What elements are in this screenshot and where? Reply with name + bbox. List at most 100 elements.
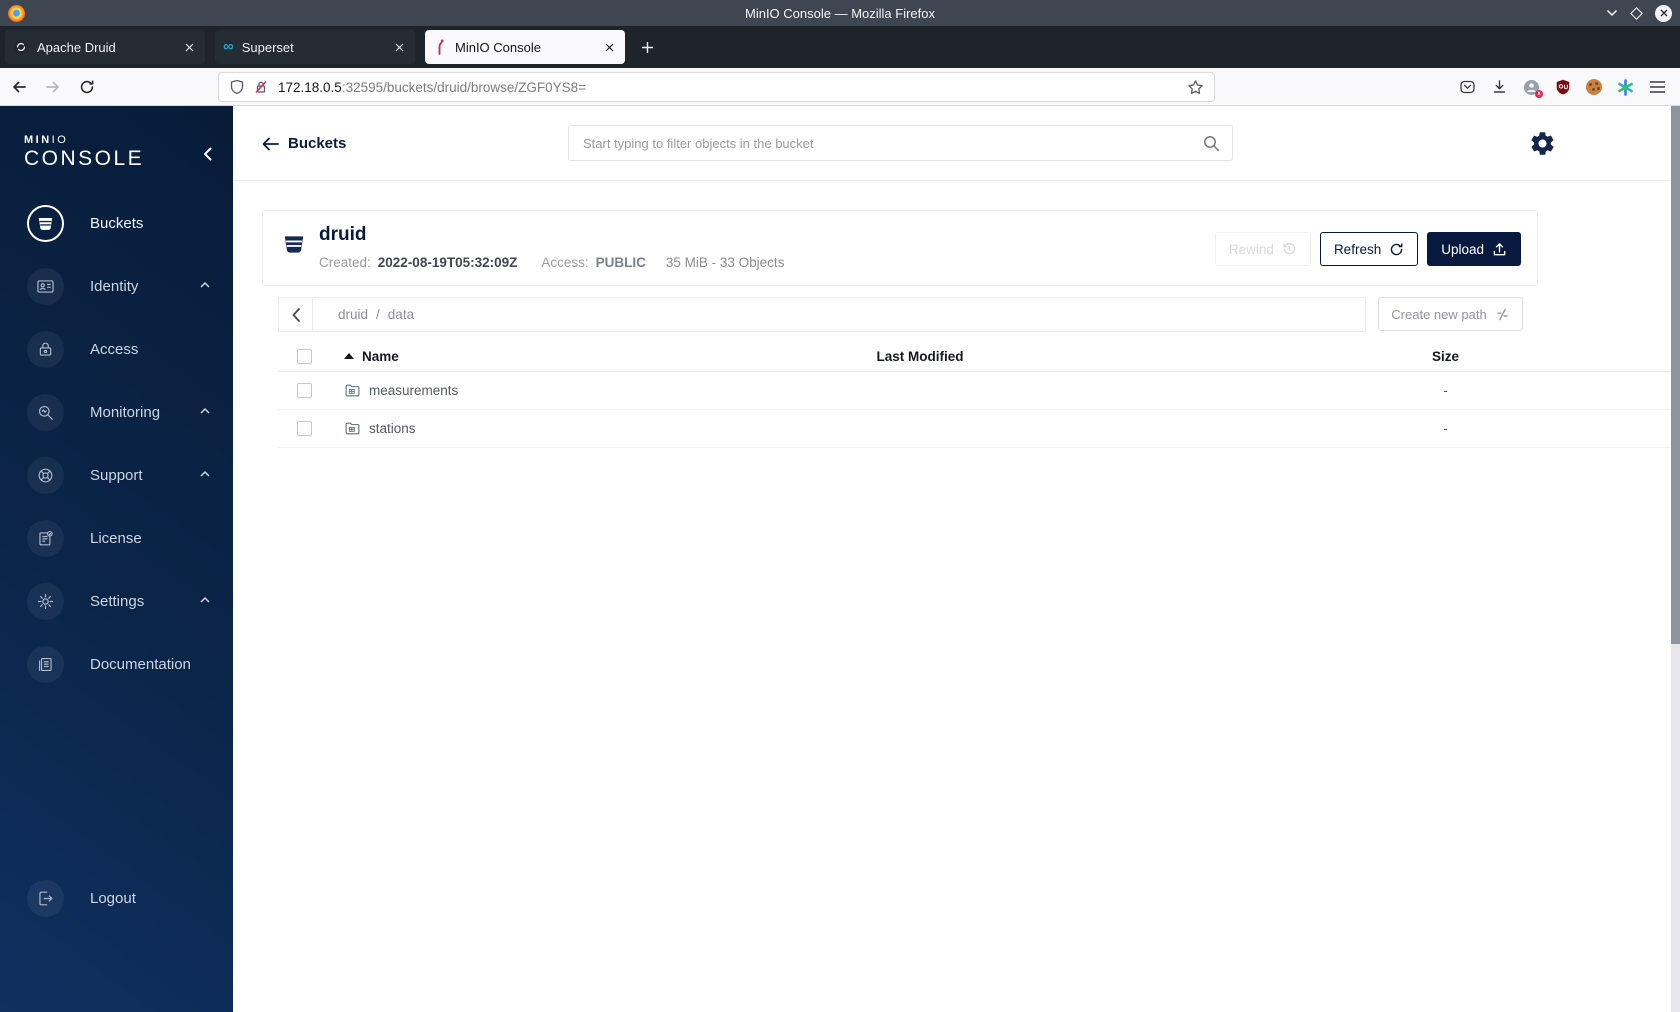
minio-sidebar: MINIO CONSOLE Buckets Identity Access Mo… xyxy=(0,106,233,1012)
sidebar-item-identity[interactable]: Identity xyxy=(0,255,233,318)
sidebar-item-label: Documentation xyxy=(90,656,191,673)
error-badge: x xyxy=(1535,89,1543,98)
url-bar[interactable]: 172.18.0.5:32595/buckets/druid/browse/ZG… xyxy=(218,72,1215,102)
create-new-path-button[interactable]: Create new path xyxy=(1378,297,1523,331)
window-titlebar: MinIO Console — Mozilla Firefox xyxy=(0,0,1680,26)
reload-button[interactable] xyxy=(72,73,102,101)
brand-io: IO xyxy=(51,134,69,146)
back-button[interactable] xyxy=(4,73,34,101)
window-menu-chevron-icon[interactable] xyxy=(1606,9,1618,17)
breadcrumb-bucket[interactable]: druid xyxy=(338,307,368,322)
sidebar-item-access[interactable]: Access xyxy=(0,318,233,381)
create-path-label: Create new path xyxy=(1391,306,1487,322)
downloads-icon[interactable] xyxy=(1491,79,1508,95)
tab-label: MinIO Console xyxy=(455,39,541,55)
breadcrumb-current[interactable]: data xyxy=(388,307,414,322)
sort-ascending-icon[interactable] xyxy=(344,353,354,359)
url-path: :32595/buckets/druid/browse/ZGF0YS8= xyxy=(341,79,587,95)
window-maximize-icon[interactable] xyxy=(1630,6,1643,20)
bookmark-star-icon[interactable] xyxy=(1187,79,1204,96)
minio-flamingo-icon xyxy=(438,39,444,55)
bucket-icon xyxy=(27,205,64,242)
logout-icon xyxy=(27,880,64,917)
search-icon xyxy=(1203,135,1220,152)
filter-search-box xyxy=(568,125,1233,161)
folder-icon xyxy=(345,384,360,397)
sidebar-item-label: Support xyxy=(90,467,143,484)
select-all-checkbox[interactable] xyxy=(297,348,312,364)
sidebar-item-license[interactable]: License xyxy=(0,507,233,570)
tab-close-icon[interactable] xyxy=(182,40,197,55)
monitoring-search-icon xyxy=(27,394,64,431)
back-to-buckets[interactable]: Buckets xyxy=(262,106,346,181)
path-back-button[interactable] xyxy=(279,298,313,331)
upload-icon xyxy=(1493,242,1506,255)
ublock-icon[interactable] xyxy=(1555,79,1571,95)
window-close-icon[interactable] xyxy=(1655,4,1672,22)
chevron-up-icon[interactable] xyxy=(199,470,211,478)
table-row-measurements[interactable]: measurements - xyxy=(278,372,1671,410)
chevron-up-icon[interactable] xyxy=(199,407,211,415)
gear-icon xyxy=(27,583,64,620)
refresh-button[interactable]: Refresh xyxy=(1319,232,1419,266)
back-arrow-icon xyxy=(262,137,279,150)
access-value: PUBLIC xyxy=(595,255,646,270)
cookie-extension-icon[interactable] xyxy=(1586,79,1602,95)
new-tab-button[interactable] xyxy=(637,37,658,58)
sidebar-item-monitoring[interactable]: Monitoring xyxy=(0,381,233,444)
license-document-icon xyxy=(27,520,64,557)
upload-button[interactable]: Upload xyxy=(1427,232,1521,266)
menu-hamburger-icon[interactable] xyxy=(1649,80,1666,94)
scrollbar-thumb[interactable] xyxy=(1671,106,1680,644)
multi-account-icon[interactable] xyxy=(1617,78,1634,96)
sidebar-item-documentation[interactable]: Documentation xyxy=(0,633,233,696)
console-settings-gear-icon[interactable] xyxy=(1529,130,1556,157)
upload-label: Upload xyxy=(1441,241,1484,257)
search-input[interactable] xyxy=(569,126,1232,160)
page-scrollbar xyxy=(1671,106,1680,1012)
chevron-up-icon[interactable] xyxy=(199,596,211,604)
modified-column-header[interactable]: Last Modified xyxy=(620,349,1220,364)
size-column-header[interactable]: Size xyxy=(1220,349,1671,364)
brand-min: MIN xyxy=(24,134,52,146)
druid-icon xyxy=(13,39,29,55)
chevron-up-icon[interactable] xyxy=(199,281,211,289)
name-column-header[interactable]: Name xyxy=(362,349,399,364)
objects-table: Name Last Modified Size measurements - s… xyxy=(278,341,1671,448)
page-header: Buckets xyxy=(233,106,1680,181)
tab-superset[interactable]: ∞ Superset xyxy=(215,30,415,64)
bucket-icon xyxy=(281,231,307,257)
rewind-button[interactable]: Rewind xyxy=(1214,232,1311,266)
bucket-stats: 35 MiB - 33 Objects xyxy=(665,255,785,270)
tab-close-icon[interactable] xyxy=(602,40,617,55)
sidebar-item-buckets[interactable]: Buckets xyxy=(0,192,233,255)
forward-button[interactable] xyxy=(38,73,68,101)
table-header-row: Name Last Modified Size xyxy=(278,341,1671,372)
sidebar-item-settings[interactable]: Settings xyxy=(0,570,233,633)
bucket-summary-panel: druid Created: 2022-08-19T05:32:09Z Acce… xyxy=(262,210,1538,286)
minio-logo: MINIO CONSOLE xyxy=(24,134,144,171)
sidebar-menu: Buckets Identity Access Monitoring Suppo… xyxy=(0,192,233,696)
sidebar-logout: Logout xyxy=(0,867,233,930)
tab-minio-console[interactable]: MinIO Console xyxy=(425,30,625,64)
window-title: MinIO Console — Mozilla Firefox xyxy=(745,5,935,21)
access-label: Access: xyxy=(541,255,589,270)
sidebar-item-label: Buckets xyxy=(90,215,144,232)
sidebar-item-logout[interactable]: Logout xyxy=(0,867,233,930)
lifebuoy-icon xyxy=(27,457,64,494)
sidebar-item-support[interactable]: Support xyxy=(0,444,233,507)
pocket-icon[interactable] xyxy=(1459,79,1476,95)
tab-close-icon[interactable] xyxy=(392,40,407,55)
tab-strip: Apache Druid ∞ Superset MinIO Console xyxy=(0,26,1680,68)
browser-navbar: 172.18.0.5:32595/buckets/druid/browse/ZG… xyxy=(0,68,1680,106)
extension-disabled-icon[interactable]: x xyxy=(1523,79,1543,98)
tracking-shield-icon[interactable] xyxy=(229,79,245,95)
rewind-label: Rewind xyxy=(1228,241,1274,257)
sidebar-collapse-icon[interactable] xyxy=(198,142,217,166)
row-checkbox[interactable] xyxy=(297,383,312,398)
table-row-stations[interactable]: stations - xyxy=(278,410,1671,448)
row-checkbox[interactable] xyxy=(297,421,312,436)
url-text: 172.18.0.5:32595/buckets/druid/browse/ZG… xyxy=(278,80,1187,95)
tab-apache-druid[interactable]: Apache Druid xyxy=(5,30,205,64)
insecure-lock-icon[interactable] xyxy=(253,79,269,95)
